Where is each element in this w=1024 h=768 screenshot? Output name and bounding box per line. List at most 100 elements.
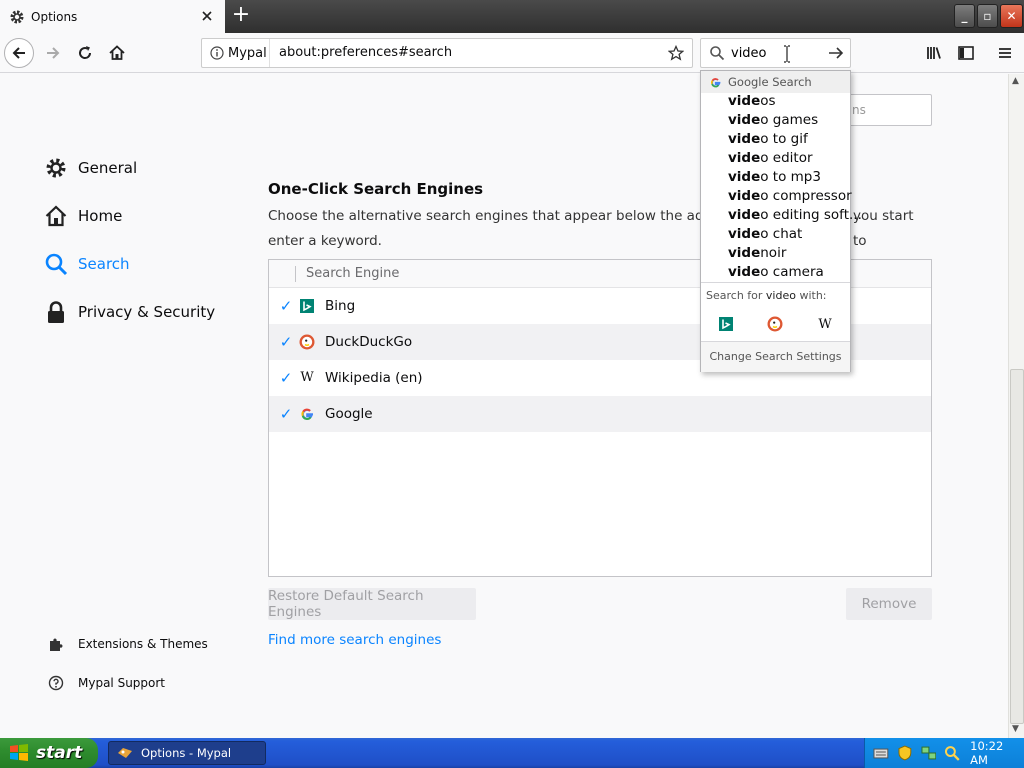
start-label: start xyxy=(36,743,83,763)
tab-options[interactable]: Options xyxy=(0,0,225,33)
divider xyxy=(701,282,850,283)
minimize-button[interactable]: _ xyxy=(954,4,975,28)
suggestion-item[interactable]: video camera xyxy=(728,264,824,280)
scroll-up-icon[interactable]: ▲ xyxy=(1012,76,1022,88)
home-icon xyxy=(109,45,125,60)
menu-button[interactable] xyxy=(990,38,1020,68)
remove-button[interactable]: Remove xyxy=(846,588,932,620)
suggestion-item[interactable]: video editing soft... xyxy=(728,207,862,223)
checkmark-icon[interactable]: ✓ xyxy=(273,369,299,387)
suggestion-match: vide xyxy=(728,264,761,280)
suggestion-item[interactable]: video games xyxy=(728,112,818,128)
one-off-bing-button[interactable] xyxy=(716,315,736,333)
tab-bar: Options + _ ▫ ✕ xyxy=(0,0,1024,33)
search-bar[interactable] xyxy=(700,38,851,68)
tab-title: Options xyxy=(31,9,78,24)
suggestion-match: vide xyxy=(728,188,761,204)
library-icon xyxy=(927,47,941,59)
vertical-scrollbar[interactable]: ▲ ▼ xyxy=(1008,74,1024,738)
sidebar-item-general[interactable]: General xyxy=(44,156,137,180)
sidebar-item-label: General xyxy=(78,159,138,177)
search-with-term: video xyxy=(765,289,796,302)
go-arrow-icon[interactable] xyxy=(828,45,844,61)
library-button[interactable] xyxy=(919,38,949,68)
hamburger-menu-icon xyxy=(999,48,1011,58)
close-icon: ✕ xyxy=(1006,9,1017,23)
forward-button[interactable] xyxy=(38,38,68,68)
new-tab-button[interactable]: + xyxy=(231,4,251,26)
google-icon xyxy=(301,408,313,420)
start-button[interactable]: start xyxy=(0,738,98,768)
mypal-app-icon xyxy=(118,748,132,758)
keyboard-icon[interactable] xyxy=(873,745,889,761)
security-shield-icon[interactable] xyxy=(897,745,913,761)
bookmark-star-icon[interactable] xyxy=(668,45,684,61)
home-icon xyxy=(45,205,67,227)
engine-row-google[interactable]: ✓ Google xyxy=(269,396,931,432)
search-icon xyxy=(45,253,68,276)
url-bar[interactable]: Mypal about:preferences#search xyxy=(201,38,693,68)
network-icon[interactable] xyxy=(921,745,937,761)
engine-name: DuckDuckGo xyxy=(325,334,413,350)
sidebar-toggle-button[interactable] xyxy=(951,38,981,68)
checkmark-icon[interactable]: ✓ xyxy=(273,333,299,351)
suggestions-header-label: Google Search xyxy=(728,75,812,89)
suggestion-item[interactable]: video editor xyxy=(728,150,813,166)
suggestion-rest: noir xyxy=(760,245,787,261)
close-tab-icon[interactable] xyxy=(199,8,215,24)
puzzle-icon xyxy=(50,638,63,651)
checkmark-icon[interactable]: ✓ xyxy=(273,297,299,315)
suggestion-item[interactable]: video chat xyxy=(728,226,802,242)
taskbar-item-label: Options - Mypal xyxy=(141,746,232,760)
suggestion-match: vide xyxy=(728,169,761,185)
search-icon xyxy=(710,46,725,61)
taskbar-item-mypal[interactable]: Options - Mypal xyxy=(108,741,266,765)
change-search-settings-button[interactable]: Change Search Settings xyxy=(701,341,850,372)
sidebar-link-label: Mypal Support xyxy=(78,676,166,690)
search-input[interactable] xyxy=(731,43,821,63)
bing-icon xyxy=(300,299,314,313)
browser-window: Options + _ ▫ ✕ Mypal about:preferences#… xyxy=(0,0,1024,768)
checkmark-icon[interactable]: ✓ xyxy=(273,405,299,423)
find-more-engines-link[interactable]: Find more search engines xyxy=(268,632,441,648)
suggestion-item[interactable]: video compressor xyxy=(728,188,852,204)
maximize-button[interactable]: ▫ xyxy=(977,4,998,28)
close-window-button[interactable]: ✕ xyxy=(1000,4,1023,28)
bing-icon xyxy=(719,317,733,331)
sidebar-link-extensions[interactable]: Extensions & Themes xyxy=(48,636,208,652)
home-button[interactable] xyxy=(102,38,132,68)
sidebar-link-support[interactable]: Mypal Support xyxy=(48,675,165,691)
sidebar-item-label: Privacy & Security xyxy=(78,303,216,321)
scroll-thumb[interactable] xyxy=(1010,369,1024,724)
site-identity[interactable]: Mypal xyxy=(202,39,270,67)
one-off-wikipedia-button[interactable]: W xyxy=(815,315,835,333)
reload-button[interactable] xyxy=(70,38,100,68)
info-icon xyxy=(210,46,224,60)
clock[interactable]: 10:22 AM xyxy=(970,739,1024,767)
sidebar-item-home[interactable]: Home xyxy=(44,204,122,228)
scroll-down-icon[interactable]: ▼ xyxy=(1012,724,1022,736)
url-text[interactable]: about:preferences#search xyxy=(279,45,452,60)
lock-icon xyxy=(48,301,64,323)
gear-icon xyxy=(46,158,66,178)
restore-defaults-button[interactable]: Restore Default Search Engines xyxy=(268,588,476,620)
search-suggestions-popup: Google Search videos video games video t… xyxy=(700,70,862,372)
arrow-right-icon xyxy=(47,47,60,59)
suggestion-item[interactable]: videnoir xyxy=(728,245,786,261)
sidebar-item-search[interactable]: Search xyxy=(44,252,130,276)
sidebar-item-privacy[interactable]: Privacy & Security xyxy=(44,300,215,324)
suggestion-item[interactable]: videos xyxy=(728,93,776,109)
restore-window-icon: ▫ xyxy=(983,9,992,23)
engine-name: Bing xyxy=(325,298,356,314)
one-off-duckduckgo-button[interactable] xyxy=(765,315,785,333)
column-header-engine[interactable]: Search Engine xyxy=(306,266,399,281)
back-button[interactable] xyxy=(4,38,34,68)
suggestion-rest: o to mp3 xyxy=(760,169,821,185)
suggestion-item[interactable]: video to mp3 xyxy=(728,169,821,185)
suggestion-match: vide xyxy=(728,245,761,261)
suggestion-item[interactable]: video to gif xyxy=(728,131,808,147)
suggestion-rest: os xyxy=(760,93,776,109)
search-icon[interactable] xyxy=(944,745,960,761)
gear-icon xyxy=(10,10,24,23)
sidebar-item-label: Home xyxy=(78,207,123,225)
